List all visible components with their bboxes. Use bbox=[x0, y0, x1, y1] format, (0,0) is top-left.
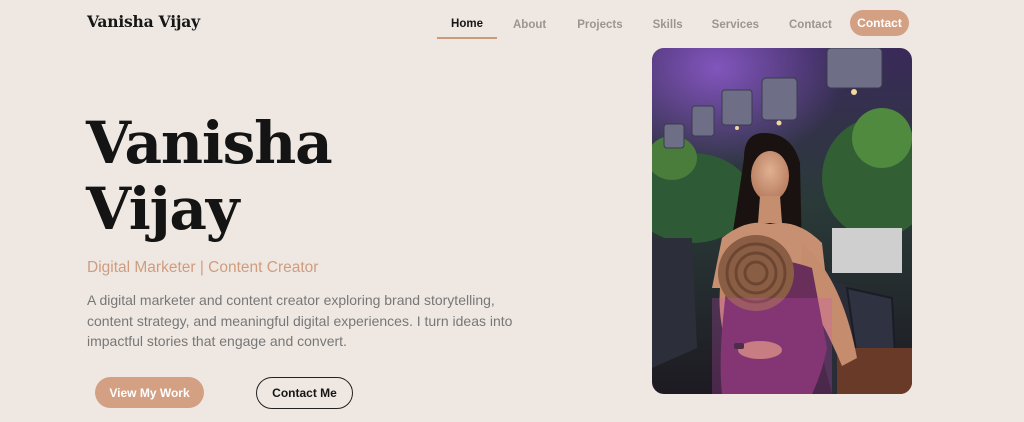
contact-cta-button[interactable]: Contact bbox=[850, 10, 909, 36]
brand-logo[interactable]: Vanisha Vijay bbox=[87, 12, 200, 31]
nav-skills[interactable]: Skills bbox=[653, 12, 683, 38]
hero-name: Vanisha Vijay bbox=[86, 109, 333, 243]
hero-name-last: Vijay bbox=[86, 175, 239, 243]
nav-home[interactable]: Home bbox=[437, 11, 497, 39]
main-nav: Home About Projects Skills Services Cont… bbox=[437, 10, 832, 40]
contact-me-button[interactable]: Contact Me bbox=[256, 377, 353, 409]
nav-services[interactable]: Services bbox=[712, 12, 759, 38]
nav-contact[interactable]: Contact bbox=[789, 12, 832, 38]
hero-description: A digital marketer and content creator e… bbox=[87, 292, 513, 349]
hero-subtitle: Digital Marketer | Content Creator bbox=[87, 259, 319, 276]
hero-name-first: Vanisha bbox=[86, 109, 333, 177]
profile-photo bbox=[652, 48, 912, 394]
view-my-work-button[interactable]: View My Work bbox=[95, 377, 204, 408]
nav-projects[interactable]: Projects bbox=[577, 12, 622, 38]
nav-about[interactable]: About bbox=[513, 12, 546, 38]
